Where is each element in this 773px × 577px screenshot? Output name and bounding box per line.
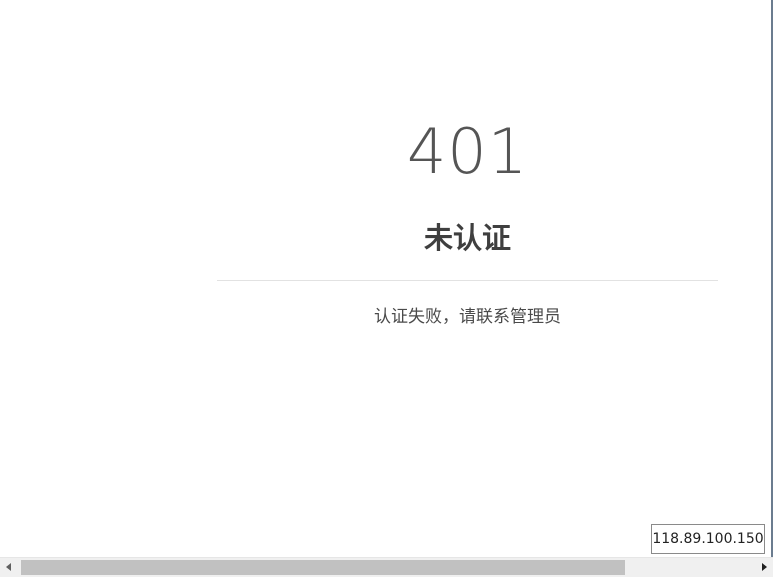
scroll-right-button[interactable] bbox=[755, 558, 773, 577]
scroll-left-button[interactable] bbox=[0, 558, 18, 577]
chevron-right-icon bbox=[762, 563, 767, 571]
horizontal-scrollbar[interactable] bbox=[0, 557, 773, 577]
error-title: 未认证 bbox=[423, 221, 511, 255]
error-message: 认证失败，请联系管理员 bbox=[374, 307, 561, 327]
ip-tooltip: 118.89.100.150 bbox=[651, 524, 765, 554]
chevron-left-icon bbox=[6, 563, 11, 571]
error-code: 401 bbox=[406, 115, 529, 188]
browser-viewport: 401 未认证 认证失败，请联系管理员 118.89.100.150 bbox=[0, 0, 773, 577]
scrollbar-thumb[interactable] bbox=[21, 560, 625, 575]
divider bbox=[217, 280, 718, 281]
error-panel: 401 未认证 认证失败，请联系管理员 bbox=[217, 110, 718, 329]
